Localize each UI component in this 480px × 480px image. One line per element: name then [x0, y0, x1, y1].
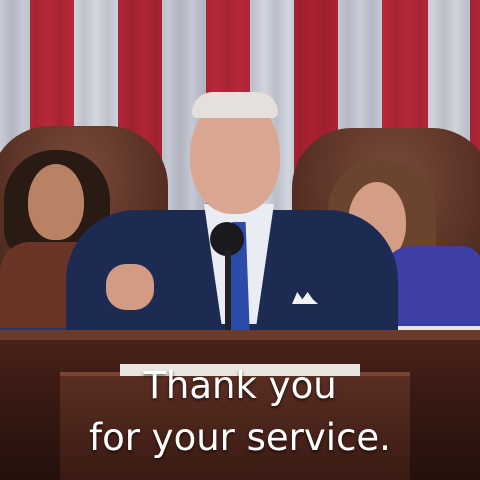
speaker-raised-hand: [106, 264, 154, 310]
video-frame: Thank you for your service.: [0, 0, 480, 480]
dais-rail: [0, 330, 480, 340]
speaker-white-hair: [192, 92, 278, 118]
caption-line-2: for your service.: [89, 416, 391, 459]
caption-line-1: Thank you: [143, 364, 337, 407]
